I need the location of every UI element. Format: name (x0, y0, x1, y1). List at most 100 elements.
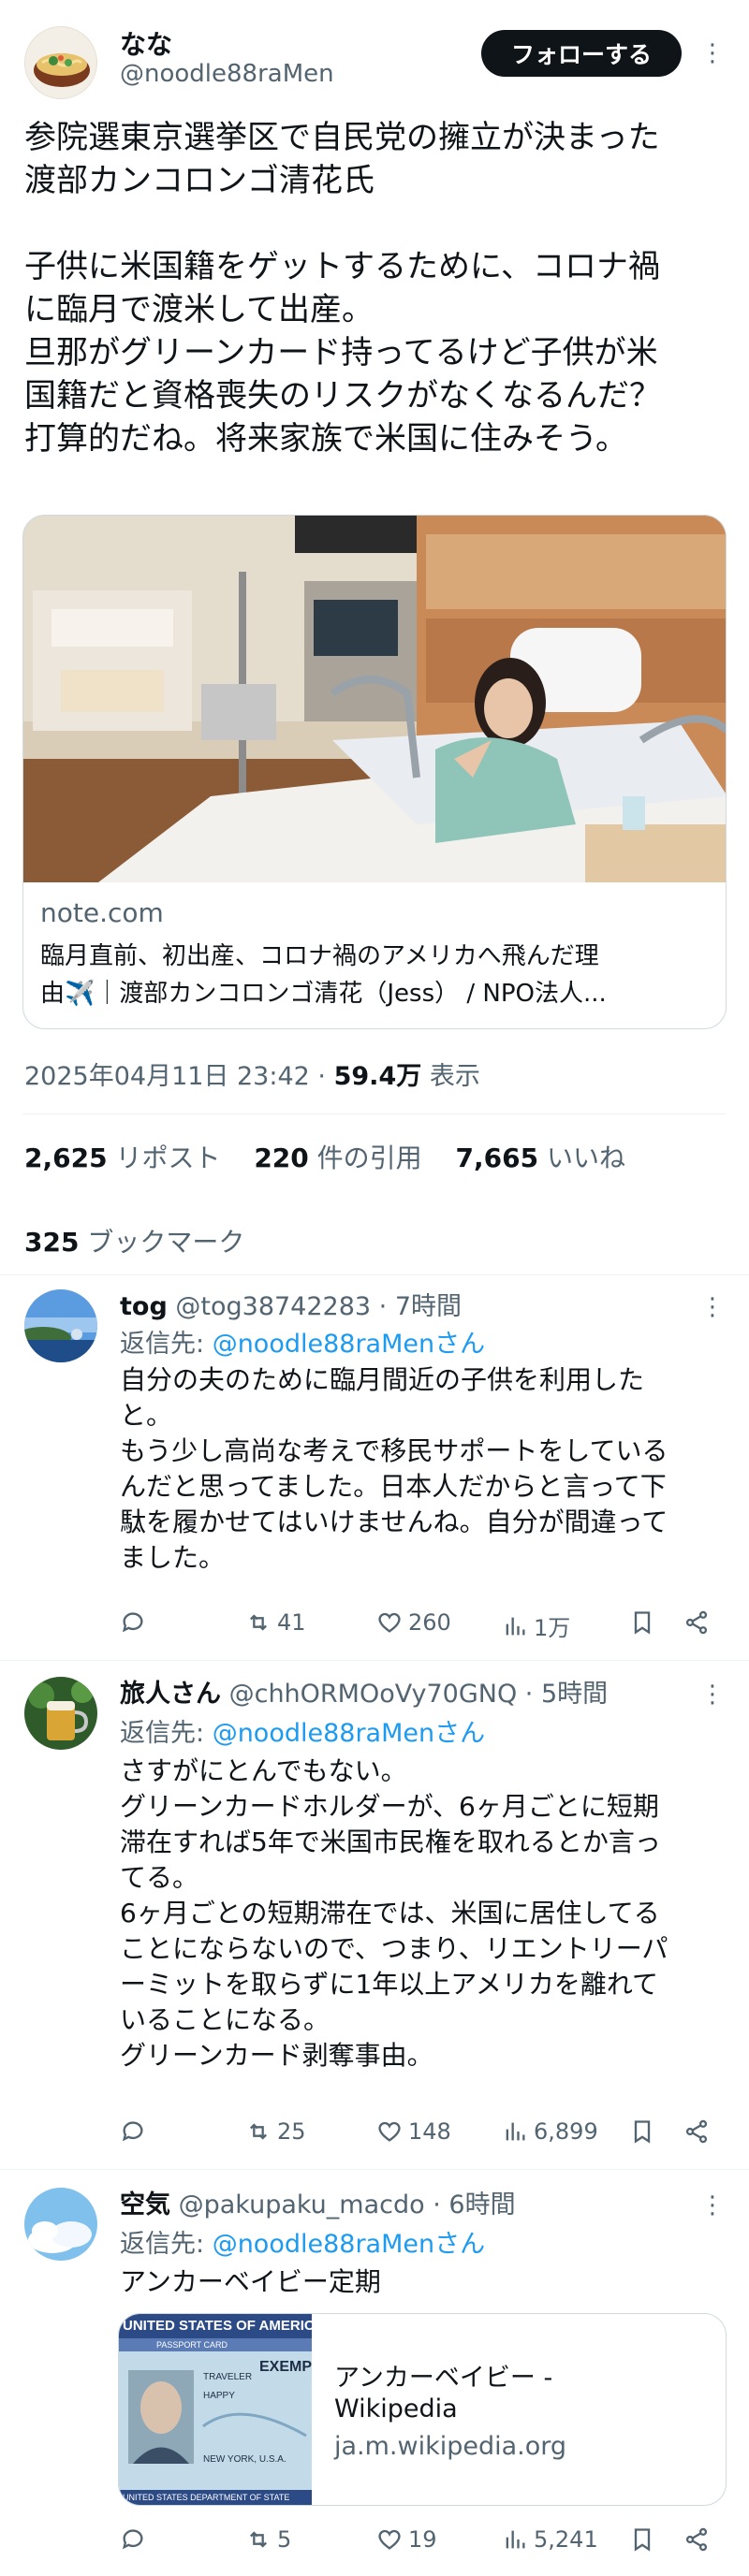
analytics-icon (506, 1617, 525, 1635)
repost-count: 5 (277, 2526, 292, 2553)
follow-button[interactable]: フォローする (481, 30, 682, 77)
bookmark-action[interactable] (629, 2118, 655, 2145)
more-options-icon[interactable]: ⋮ (700, 41, 725, 65)
share-action[interactable] (683, 1609, 710, 1636)
reply-time[interactable]: · 5時間 (525, 1680, 608, 1709)
views-count: 6,899 (534, 2118, 598, 2145)
repost-icon (250, 1614, 267, 1631)
thumb-text-1: UNITED STATES OF AMERICA (123, 2318, 312, 2334)
quotes-stat[interactable]: 220 件の引用 (254, 1142, 421, 1173)
views-action[interactable]: 5,241 (502, 2526, 598, 2553)
reply-action[interactable] (120, 1609, 146, 1636)
views-label: 表示 (429, 1062, 480, 1091)
views-count: 1万 (534, 1615, 571, 1641)
more-options-icon[interactable]: ⋮ (700, 1295, 725, 1319)
link-card-thumbnail: UNITED STATES OF AMERICA PASSPORT CARD T… (119, 2314, 312, 2505)
quotes-count: 220 (254, 1142, 309, 1173)
views-count: 59.4万 (333, 1062, 422, 1091)
heart-icon (378, 2121, 401, 2142)
repost-action[interactable]: 25 (245, 2118, 306, 2145)
reply-to: 返信先: @noodle88raMenさん (120, 1712, 485, 1749)
reply-to-prefix: 返信先: (120, 1719, 213, 1748)
bookmark-icon (634, 2528, 651, 2552)
link-card[interactable]: UNITED STATES OF AMERICA PASSPORT CARD T… (118, 2313, 727, 2506)
meta-separator: · (317, 1062, 327, 1091)
like-count: 148 (408, 2118, 451, 2145)
bookmarks-count: 325 (24, 1227, 80, 1258)
like-action[interactable]: 148 (376, 2118, 451, 2145)
reply-avatar[interactable] (24, 1289, 97, 1362)
views-action[interactable]: 1万 (502, 1609, 570, 1642)
reply-to-prefix: 返信先: (120, 2230, 213, 2259)
likes-count: 7,665 (455, 1142, 539, 1173)
likes-stat[interactable]: 7,665 いいね (456, 1142, 626, 1173)
reply-text: アンカーベイビー定期 (120, 2266, 381, 2297)
share-action[interactable] (683, 2526, 710, 2553)
reposts-label: リポスト (115, 1142, 221, 1173)
link-card-domain: ja.m.wikipedia.org (334, 2432, 567, 2461)
comment-icon (122, 2121, 143, 2142)
thumb-text-5: EXEMP (259, 2359, 312, 2375)
repost-count: 41 (277, 1609, 306, 1636)
reply-handle[interactable]: @pakupaku_macdo (179, 2190, 425, 2219)
views-action[interactable]: 6,899 (502, 2118, 598, 2145)
author-avatar[interactable] (24, 26, 97, 99)
likes-label: いいね (546, 1142, 625, 1173)
reply-to-handle[interactable]: @noodle88raMenさん (213, 1719, 485, 1748)
share-icon (685, 2119, 708, 2144)
reply-to-handle[interactable]: @noodle88raMenさん (213, 2230, 485, 2259)
repost-action[interactable]: 5 (245, 2526, 291, 2553)
link-card-title-line2: 由✈️｜渡部カンコロンゴ清花（Jess） / NPO法人... (40, 980, 607, 1008)
heart-icon (378, 1612, 401, 1633)
reply-display-name[interactable]: 旅人さん (120, 1680, 221, 1709)
reply-display-name[interactable]: 空気 (120, 2190, 170, 2219)
thumb-text-3: TRAVELER (203, 2372, 253, 2382)
like-count: 260 (408, 1609, 451, 1636)
engagement-stats: 2,625 リポスト 220 件の引用 7,665 いいね (24, 1138, 625, 1175)
author-display-name[interactable]: なな (120, 24, 172, 62)
bookmarks-stat[interactable]: 325 ブックマーク (24, 1222, 244, 1259)
reply-display-name[interactable]: tog (120, 1292, 168, 1321)
bookmark-icon (634, 2120, 651, 2144)
like-action[interactable]: 19 (376, 2526, 437, 2553)
post-timestamp[interactable]: 2025年04月11日 23:42 (24, 1062, 310, 1091)
reply-handle[interactable]: @chhORMOoVy70GNQ (229, 1680, 518, 1709)
thumb-text-7: UNITED STATES DEPARTMENT OF STATE (123, 2493, 290, 2502)
reply-header: 旅人さん @chhORMOoVy70GNQ · 5時間 (120, 1673, 608, 1710)
comment-icon (122, 2529, 143, 2550)
bookmark-action[interactable] (629, 2526, 655, 2553)
thumb-text-2: PASSPORT CARD (156, 2340, 228, 2350)
thumb-text-4: HAPPY (203, 2391, 235, 2401)
author-handle[interactable]: @noodle88raMen (120, 60, 334, 88)
share-action[interactable] (683, 2118, 710, 2145)
link-card-image (23, 516, 726, 882)
reply-time[interactable]: · 7時間 (379, 1292, 462, 1321)
bookmark-action[interactable] (629, 1609, 655, 1636)
post-meta: 2025年04月11日 23:42 · 59.4万 表示 (24, 1055, 480, 1092)
post-text: 参院選東京選挙区で自民党の擁立が決まった 渡部カンコロンゴ清花氏 子供に米国籍を… (24, 119, 661, 458)
more-options-icon[interactable]: ⋮ (700, 1682, 725, 1707)
reply-avatar[interactable] (24, 1677, 97, 1750)
reply-time[interactable]: · 6時間 (433, 2190, 515, 2219)
reply-to-handle[interactable]: @noodle88raMenさん (213, 1330, 485, 1359)
like-action[interactable]: 260 (376, 1609, 451, 1636)
reply-to: 返信先: @noodle88raMenさん (120, 2223, 485, 2260)
reply-action[interactable] (120, 2118, 146, 2145)
repost-icon (250, 2123, 267, 2140)
heart-icon (378, 2529, 401, 2550)
reply-text: さすがにとんでもない。 グリーンカードホルダーが、6ヶ月ごとに短期 滞在すれば5… (120, 1755, 668, 2071)
link-card[interactable]: note.com 臨月直前、初出産、コロナ禍のアメリカへ飛んだ理 由✈️｜渡部カ… (22, 515, 727, 1029)
reply-handle[interactable]: @tog38742283 (175, 1292, 371, 1321)
like-count: 19 (408, 2526, 437, 2553)
reply-avatar[interactable] (24, 2188, 97, 2261)
repost-action[interactable]: 41 (245, 1609, 306, 1636)
reply-header: 空気 @pakupaku_macdo · 6時間 (120, 2184, 516, 2220)
repost-icon (250, 2531, 267, 2548)
bookmarks-label: ブックマーク (87, 1227, 245, 1258)
reposts-stat[interactable]: 2,625 リポスト (24, 1142, 221, 1173)
link-card-title-line2: Wikipedia (334, 2394, 458, 2423)
divider (0, 1274, 749, 1275)
more-options-icon[interactable]: ⋮ (700, 2193, 725, 2218)
reply-action[interactable] (120, 2526, 146, 2553)
link-card-title-line1: アンカーベイビー - (334, 2364, 553, 2393)
